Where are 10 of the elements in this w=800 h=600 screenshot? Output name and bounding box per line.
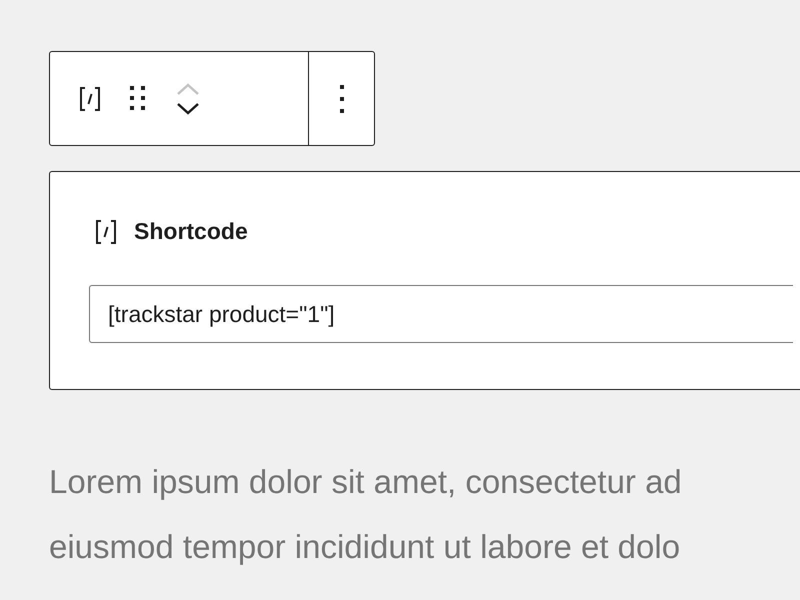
block-title: Shortcode bbox=[134, 218, 248, 245]
block-type-button[interactable] bbox=[80, 86, 100, 110]
shortcode-icon bbox=[80, 86, 100, 110]
shortcode-icon bbox=[96, 220, 116, 244]
drag-handle-icon[interactable] bbox=[130, 86, 146, 112]
move-down-icon[interactable] bbox=[176, 102, 200, 114]
more-options-icon[interactable] bbox=[340, 84, 344, 112]
shortcode-input[interactable]: [trackstar product="1"] bbox=[89, 285, 793, 343]
paragraph-line: Lorem ipsum dolor sit amet, consectetur ad bbox=[49, 462, 683, 502]
paragraph-line: eiusmod tempor incididunt ut labore et dolo bbox=[49, 527, 682, 567]
